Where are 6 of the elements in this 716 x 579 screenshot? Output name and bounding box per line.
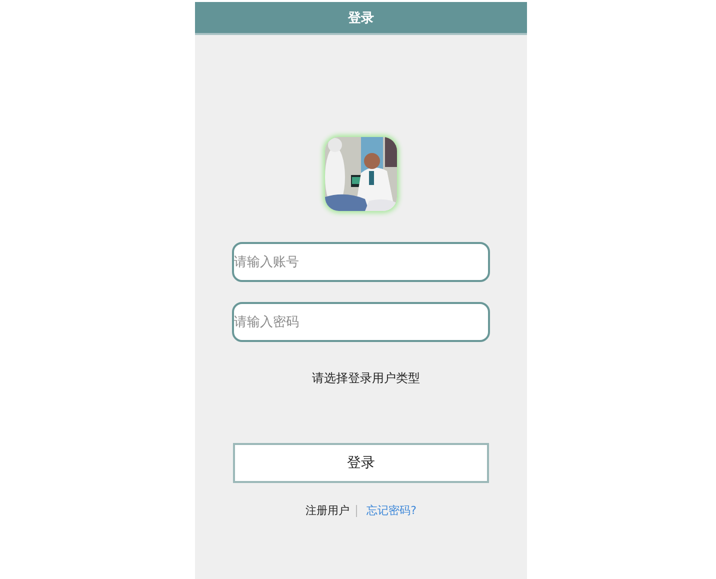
page-title: 登录	[348, 10, 374, 26]
login-button[interactable]: 登录	[233, 443, 489, 483]
input-field[interactable]: 请输入密码	[232, 302, 490, 342]
input-field[interactable]: 请输入账号	[232, 242, 490, 282]
user-type-prompt[interactable]: 请选择登录用户类型	[312, 370, 420, 387]
register-link[interactable]: 注册用户	[306, 503, 350, 518]
